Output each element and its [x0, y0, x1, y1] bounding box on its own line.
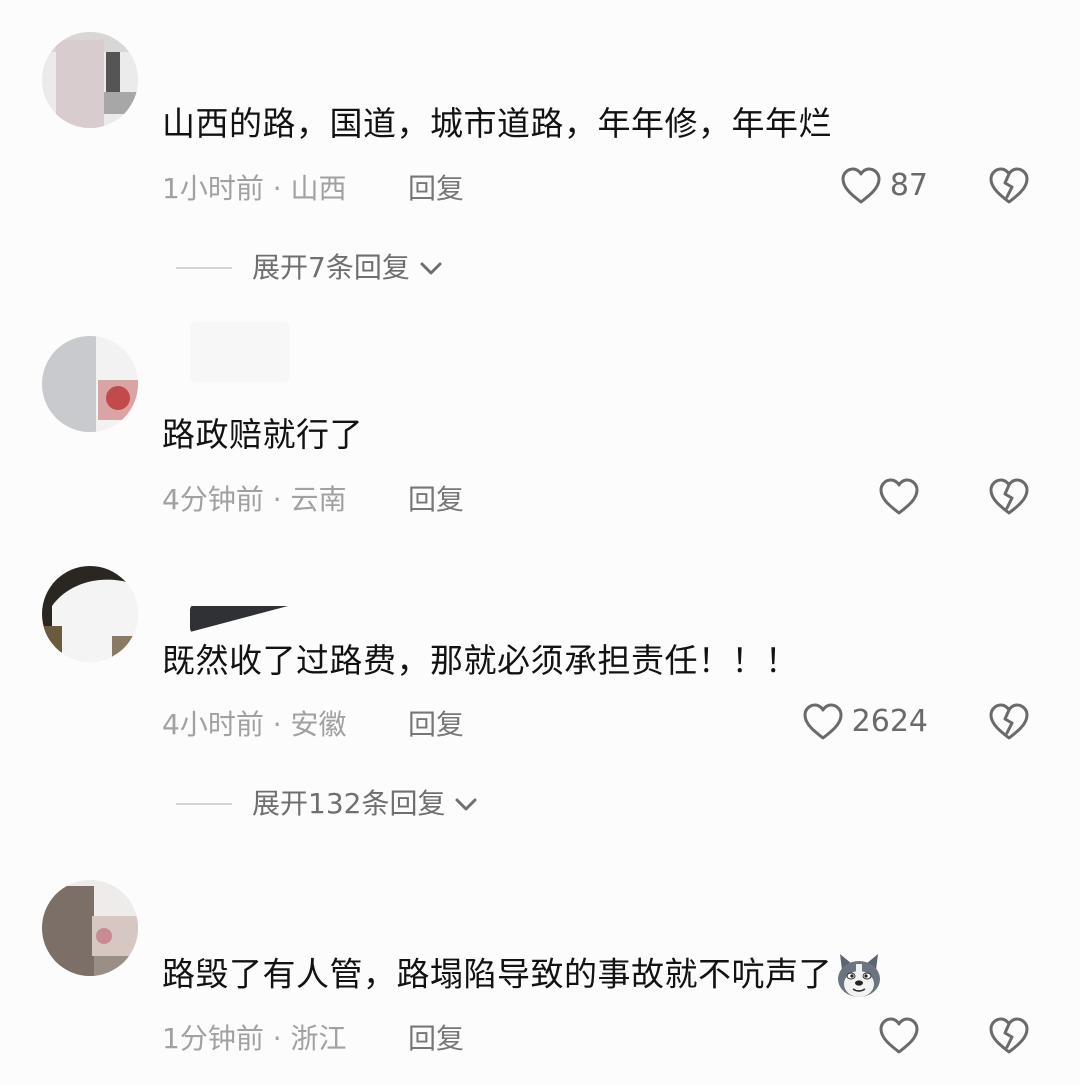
comment-list: 山西的路，国道，城市道路，年年修，年年烂 1小时前 · 山西 回复 87 展开7… [0, 0, 1080, 1085]
like-count: 87 [889, 168, 928, 203]
avatar[interactable] [42, 566, 138, 662]
avatar[interactable] [42, 336, 138, 432]
divider-line [176, 803, 232, 805]
divider-line [176, 267, 232, 269]
avatar[interactable] [42, 32, 138, 128]
broken-heart-icon [989, 167, 1029, 204]
reply-button[interactable]: 回复 [408, 482, 464, 518]
husky-dog-emoji-icon [838, 954, 880, 997]
expand-replies-button[interactable]: 展开132条回复 [176, 786, 479, 822]
comment-meta: 1小时前 · 山西 [162, 172, 347, 205]
comment-meta: 4小时前 · 安徽 [162, 708, 347, 741]
comment-text: 山西的路，国道，城市道路，年年修，年年烂 [162, 104, 832, 143]
reply-button[interactable]: 回复 [408, 1021, 464, 1057]
username-blur [190, 322, 290, 382]
chevron-down-icon [420, 262, 442, 275]
expand-replies-button[interactable]: 展开7条回复 [176, 250, 444, 286]
comment-text: 既然收了过路费，那就必须承担责任！！！ [162, 641, 799, 680]
dislike-button[interactable] [988, 166, 1030, 206]
avatar[interactable] [42, 880, 138, 976]
comment-text: 路毁了有人管，路塌陷导致的事故就不吭声了 [162, 952, 884, 1000]
comment-meta: 4分钟前 · 云南 [162, 483, 347, 516]
username-blur [190, 606, 288, 632]
broken-heart-icon [989, 703, 1029, 740]
comment-text-content: 路毁了有人管，路塌陷导致的事故就不吭声了 [162, 954, 832, 994]
heart-outline-icon [879, 1017, 919, 1054]
reply-button[interactable]: 回复 [408, 707, 464, 743]
broken-heart-icon [989, 478, 1029, 515]
comment-text: 路政赔就行了 [162, 415, 363, 454]
broken-heart-icon [989, 1017, 1029, 1054]
expand-replies-label: 展开7条回复 [252, 251, 410, 284]
dislike-button[interactable] [988, 1016, 1030, 1056]
heart-outline-icon [803, 703, 843, 740]
like-button[interactable]: 2624 [802, 702, 928, 742]
heart-outline-icon [879, 478, 919, 515]
expand-replies-label: 展开132条回复 [252, 787, 446, 820]
like-count: 2624 [851, 704, 928, 739]
heart-outline-icon [841, 167, 881, 204]
like-button[interactable] [878, 1016, 928, 1056]
like-button[interactable] [878, 477, 928, 517]
chevron-down-icon [455, 798, 477, 811]
dislike-button[interactable] [988, 477, 1030, 517]
like-button[interactable]: 87 [840, 166, 928, 206]
reply-button[interactable]: 回复 [408, 171, 464, 207]
comment-meta: 1分钟前 · 浙江 [162, 1022, 347, 1055]
dislike-button[interactable] [988, 702, 1030, 742]
